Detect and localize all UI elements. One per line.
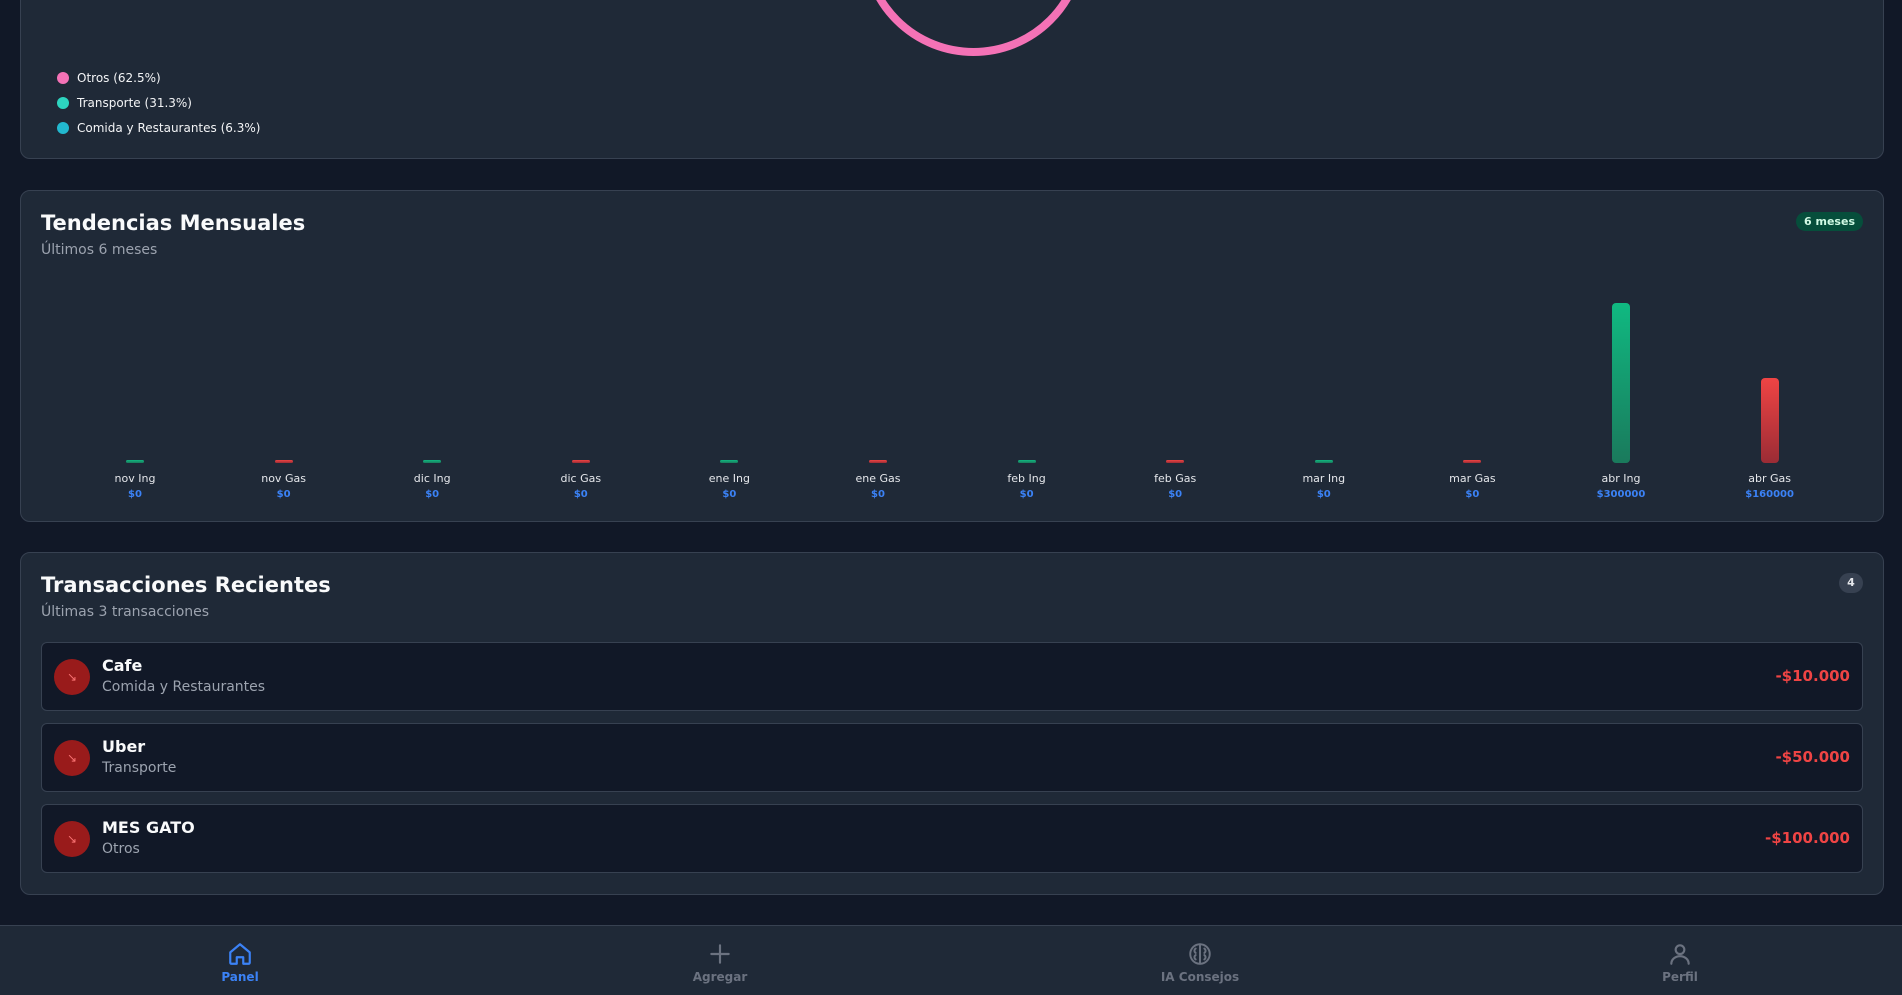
legend-dot xyxy=(57,96,69,109)
bar-value: $0 xyxy=(276,489,291,500)
user-icon xyxy=(1670,944,1690,965)
bar-label: mar Ing xyxy=(1302,472,1346,485)
bar-value: $0 xyxy=(573,489,588,500)
bar-value: $0 xyxy=(722,489,737,500)
transaction-category: Transporte xyxy=(102,760,177,776)
bar-label: ene Gas xyxy=(855,472,901,485)
transaction-amount: -$50.000 xyxy=(1775,748,1850,766)
bar xyxy=(1463,460,1482,463)
bar xyxy=(869,460,887,463)
plus-icon xyxy=(710,944,730,964)
trending-down-icon: ↘ xyxy=(54,659,90,695)
bar xyxy=(274,460,293,463)
card-subtitle: Últimas 3 transacciones xyxy=(41,604,210,620)
card-title: Transacciones Recientes xyxy=(41,573,331,597)
trend-bar-chart: nov Ing $0 nov Gas $0 dic Ing $0 dic Gas $0 ene … xyxy=(21,191,1883,521)
bar-value: $0 xyxy=(1168,489,1183,500)
bar-value: $300000 xyxy=(1596,489,1646,500)
home-icon xyxy=(229,943,251,965)
nav-item-agregar[interactable]: Agregar xyxy=(620,926,820,995)
legend-item: Transporte (31.3%) xyxy=(57,90,260,115)
trending-down-icon: ↘ xyxy=(54,821,90,857)
nav-item-perfil[interactable]: Perfil xyxy=(1580,926,1780,995)
category-breakdown-card: Otros (62.5%) Transporte (31.3%) Comida … xyxy=(20,0,1884,159)
bar-label: nov Gas xyxy=(261,472,306,485)
transaction-title: MES GATO xyxy=(102,818,195,837)
bar xyxy=(423,460,442,463)
legend-item: Otros (62.5%) xyxy=(57,65,260,90)
bar-value: $0 xyxy=(1019,489,1034,500)
legend-label: Otros (62.5%) xyxy=(77,70,161,85)
transaction-row[interactable]: ↘ Uber Transporte -$50.000 xyxy=(41,723,1863,792)
transaction-count-badge: 4 xyxy=(1839,573,1863,593)
bar-label: feb Gas xyxy=(1154,472,1197,485)
bar xyxy=(1166,460,1185,463)
transaction-row[interactable]: ↘ Cafe Comida y Restaurantes -$10.000 xyxy=(41,642,1863,711)
transaction-category: Comida y Restaurantes xyxy=(102,679,266,695)
bar xyxy=(571,460,590,463)
bar xyxy=(1612,303,1630,463)
chart-legend: Otros (62.5%) Transporte (31.3%) Comida … xyxy=(57,65,260,140)
nav-item-panel[interactable]: Panel xyxy=(140,926,340,995)
bar xyxy=(720,460,739,463)
bar-label: feb Ing xyxy=(1007,472,1046,485)
bar-value: $0 xyxy=(871,489,885,500)
bar-label: ene Ing xyxy=(708,472,750,485)
trending-down-icon: ↘ xyxy=(54,740,90,776)
bar-value: $0 xyxy=(1465,489,1480,500)
legend-item: Comida y Restaurantes (6.3%) xyxy=(57,115,260,140)
brain-icon xyxy=(1189,943,1211,965)
transaction-category: Otros xyxy=(102,841,140,857)
bottom-nav: Panel Agregar IA Consejos Perfil xyxy=(0,925,1902,995)
legend-dot xyxy=(57,71,69,84)
legend-dot xyxy=(57,121,69,134)
bar xyxy=(126,460,144,463)
legend-label: Transporte (31.3%) xyxy=(77,95,192,110)
nav-label: Perfil xyxy=(1662,970,1698,984)
nav-label: Agregar xyxy=(692,970,748,984)
bar-label: dic Ing xyxy=(413,472,451,485)
nav-item-ia-consejos[interactable]: IA Consejos xyxy=(1100,926,1300,995)
bar-value: $0 xyxy=(1316,489,1331,500)
nav-label: Panel xyxy=(221,970,259,984)
bar-value: $0 xyxy=(425,489,440,500)
recent-transactions-card: Transacciones Recientes Últimas 3 transa… xyxy=(20,552,1884,895)
legend-label: Comida y Restaurantes (6.3%) xyxy=(77,120,261,135)
transaction-amount: -$100.000 xyxy=(1765,829,1850,847)
bar-label: mar Gas xyxy=(1449,472,1496,485)
bar-value: $160000 xyxy=(1745,489,1794,500)
bar xyxy=(1760,377,1779,463)
bar-label: nov Ing xyxy=(114,472,156,485)
donut-chart xyxy=(861,0,1086,56)
bar xyxy=(1314,460,1333,463)
nav-label: IA Consejos xyxy=(1160,970,1240,984)
bar-label: abr Gas xyxy=(1748,472,1791,485)
bar-value: $0 xyxy=(128,489,142,500)
monthly-trends-card: Tendencias Mensuales Últimos 6 meses 6 m… xyxy=(20,190,1884,522)
bar-label: abr Ing xyxy=(1601,472,1641,485)
transaction-amount: -$10.000 xyxy=(1775,667,1850,685)
bar-label: dic Gas xyxy=(560,472,602,485)
transaction-title: Uber xyxy=(102,737,146,756)
transaction-title: Cafe xyxy=(102,656,143,675)
bar xyxy=(1017,460,1036,463)
transaction-row[interactable]: ↘ MES GATO Otros -$100.000 xyxy=(41,804,1863,873)
